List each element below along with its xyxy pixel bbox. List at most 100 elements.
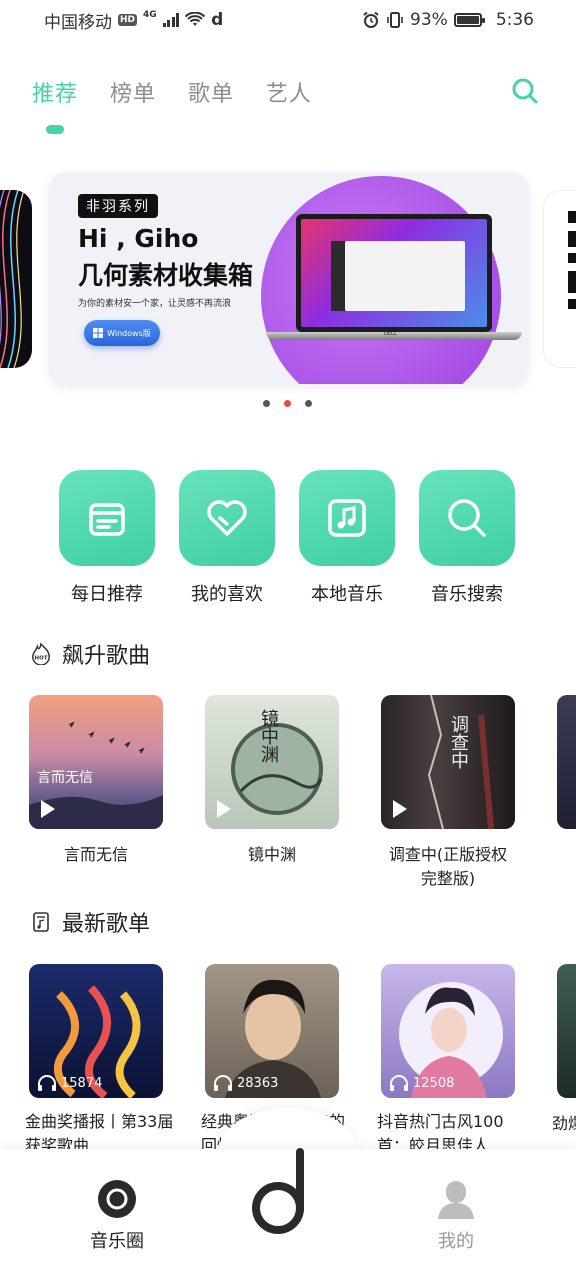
- play-count-value: 28363: [237, 1075, 279, 1091]
- wifi-icon: [185, 12, 206, 26]
- status-right: 93% 5:36: [362, 10, 534, 30]
- banner-subtitle-title: 几何素材收集箱: [78, 261, 254, 290]
- clock: 5:36: [495, 10, 534, 30]
- hd-badge: HD: [118, 14, 138, 26]
- quick-action-label: 我的喜欢: [191, 584, 263, 605]
- playlist-card[interactable]: 12508 抖音热门古风100首：皎月思佳人: [377, 964, 515, 1158]
- banner-tag: 非羽系列: [78, 194, 158, 218]
- music-search-button[interactable]: 音乐搜索: [419, 470, 515, 606]
- alarm-icon: [363, 11, 379, 28]
- playlist-cover: 15874: [29, 964, 163, 1098]
- nav-music-circle[interactable]: 音乐圈: [90, 1179, 144, 1253]
- carousel-dots: [263, 400, 312, 407]
- cover-caption: 言而无信: [37, 770, 93, 786]
- nav-label: 音乐圈: [90, 1231, 144, 1252]
- carousel-dot[interactable]: [305, 400, 312, 407]
- song-title: 调查中(正版授权完整版): [388, 845, 508, 888]
- hot-icon: HOT: [32, 643, 50, 665]
- song-card[interactable]: 调查中 调查中(正版授权完整版): [381, 695, 515, 891]
- hot-badge: HOT: [34, 656, 47, 662]
- status-left: 中国移动 HD 4G d: [44, 8, 223, 33]
- play-icon[interactable]: [215, 799, 233, 819]
- laptop-base: DELL: [266, 331, 522, 340]
- carousel-dot[interactable]: [263, 400, 270, 407]
- calendar-icon: [59, 470, 155, 566]
- banner-slide[interactable]: 非羽系列 Hi , Giho 几何素材收集箱 为你的素材安一个家，让灵感不再流浪…: [48, 172, 529, 384]
- abstract-lines-image: [0, 190, 25, 368]
- song-cover: 镜中渊: [205, 695, 339, 829]
- battery-percent: 93%: [410, 10, 448, 30]
- my-favorites-button[interactable]: 我的喜欢: [179, 470, 275, 606]
- user-icon: [438, 1181, 474, 1219]
- banner-title: Hi , Giho: [78, 224, 199, 253]
- play-count-value: 15874: [61, 1075, 103, 1091]
- nav-mine[interactable]: 我的: [436, 1179, 476, 1253]
- disc-icon: [98, 1180, 136, 1218]
- banner-next-slide[interactable]: [543, 190, 576, 368]
- network-label: 4G: [143, 10, 157, 20]
- section-title: 最新歌单: [62, 912, 151, 937]
- banner-download-button[interactable]: Windows版: [84, 320, 160, 346]
- laptop-image: [296, 214, 492, 332]
- music-note-icon: [299, 470, 395, 566]
- song-card[interactable]: 镜中渊 镜中渊: [205, 695, 339, 891]
- playlist-icon: [33, 912, 49, 932]
- play-count: 12508: [389, 1074, 454, 1092]
- top-tabs: 推荐 榜单 歌单 艺人: [32, 76, 312, 108]
- play-icon[interactable]: [39, 799, 57, 819]
- nav-label: 我的: [438, 1231, 474, 1252]
- cover-caption: 调查中: [448, 715, 469, 769]
- quick-action-label: 本地音乐: [311, 584, 383, 605]
- laptop-brand: DELL: [384, 331, 397, 337]
- signal-icon: [162, 13, 180, 27]
- banner-caption: 为你的素材安一个家，让灵感不再流浪: [78, 299, 232, 309]
- song-cover: 调查中: [381, 695, 515, 829]
- windows-icon: [93, 328, 104, 338]
- quick-actions: 每日推荐 我的喜欢 本地音乐 音乐搜索: [59, 470, 515, 606]
- playlist-card[interactable]: 15874 金曲奖播报丨第33届获奖歌曲: [25, 964, 173, 1158]
- quick-action-label: 音乐搜索: [431, 584, 503, 605]
- rising-songs-header: HOT 飙升歌曲: [30, 638, 150, 670]
- playlist-cover: 12508: [381, 964, 515, 1098]
- song-cover: 言而无信: [29, 695, 163, 829]
- play-count-value: 12508: [413, 1075, 455, 1091]
- qr-code-image: [568, 211, 576, 309]
- search-icon: [419, 470, 515, 566]
- battery-icon: [453, 13, 485, 27]
- headphones-icon: [390, 1075, 408, 1091]
- play-center-icon[interactable]: d: [250, 1148, 314, 1234]
- playlist-title-peek: 劲爆飙车: [552, 1114, 576, 1133]
- song-card-peek[interactable]: [557, 695, 576, 829]
- tab-charts[interactable]: 榜单: [110, 76, 156, 108]
- status-bar: 中国移动 HD 4G d 93% 5:36: [0, 0, 576, 40]
- active-tab-indicator: [46, 125, 64, 134]
- tab-recommend[interactable]: 推荐: [32, 76, 78, 108]
- daily-recommend-button[interactable]: 每日推荐: [59, 470, 155, 606]
- carrier-label: 中国移动: [44, 12, 112, 33]
- banner-prev-slide[interactable]: [0, 190, 32, 368]
- headphones-icon: [214, 1075, 232, 1091]
- new-playlists-header: 最新歌单: [30, 906, 150, 938]
- vibrate-icon: [387, 12, 403, 28]
- song-title: 言而无信: [63, 845, 128, 864]
- play-count: 28363: [213, 1074, 278, 1092]
- playlist-cover: 28363: [205, 964, 339, 1098]
- play-count: 15874: [37, 1074, 102, 1092]
- song-card[interactable]: 言而无信 言而无信: [29, 695, 163, 891]
- quick-action-label: 每日推荐: [71, 584, 143, 605]
- carousel-dot-active[interactable]: [284, 400, 291, 407]
- cover-caption: 镜中渊: [258, 709, 279, 763]
- search-icon[interactable]: [510, 76, 540, 106]
- headphones-icon: [38, 1075, 56, 1091]
- tab-artists[interactable]: 艺人: [266, 76, 312, 108]
- playlist-card-peek[interactable]: [557, 964, 576, 1098]
- tab-playlists[interactable]: 歌单: [188, 76, 234, 108]
- banner-button-label: Windows版: [107, 328, 151, 338]
- rising-songs-list: 言而无信 言而无信 镜中渊 镜中渊 调查中 调查中(正版授权完整版): [29, 695, 515, 891]
- center-glyph-label: d: [250, 1148, 251, 1149]
- local-music-button[interactable]: 本地音乐: [299, 470, 395, 606]
- song-title: 镜中渊: [247, 845, 296, 864]
- section-title: 飙升歌曲: [62, 644, 151, 669]
- app-notification-icon: d: [211, 10, 224, 30]
- play-icon[interactable]: [391, 799, 409, 819]
